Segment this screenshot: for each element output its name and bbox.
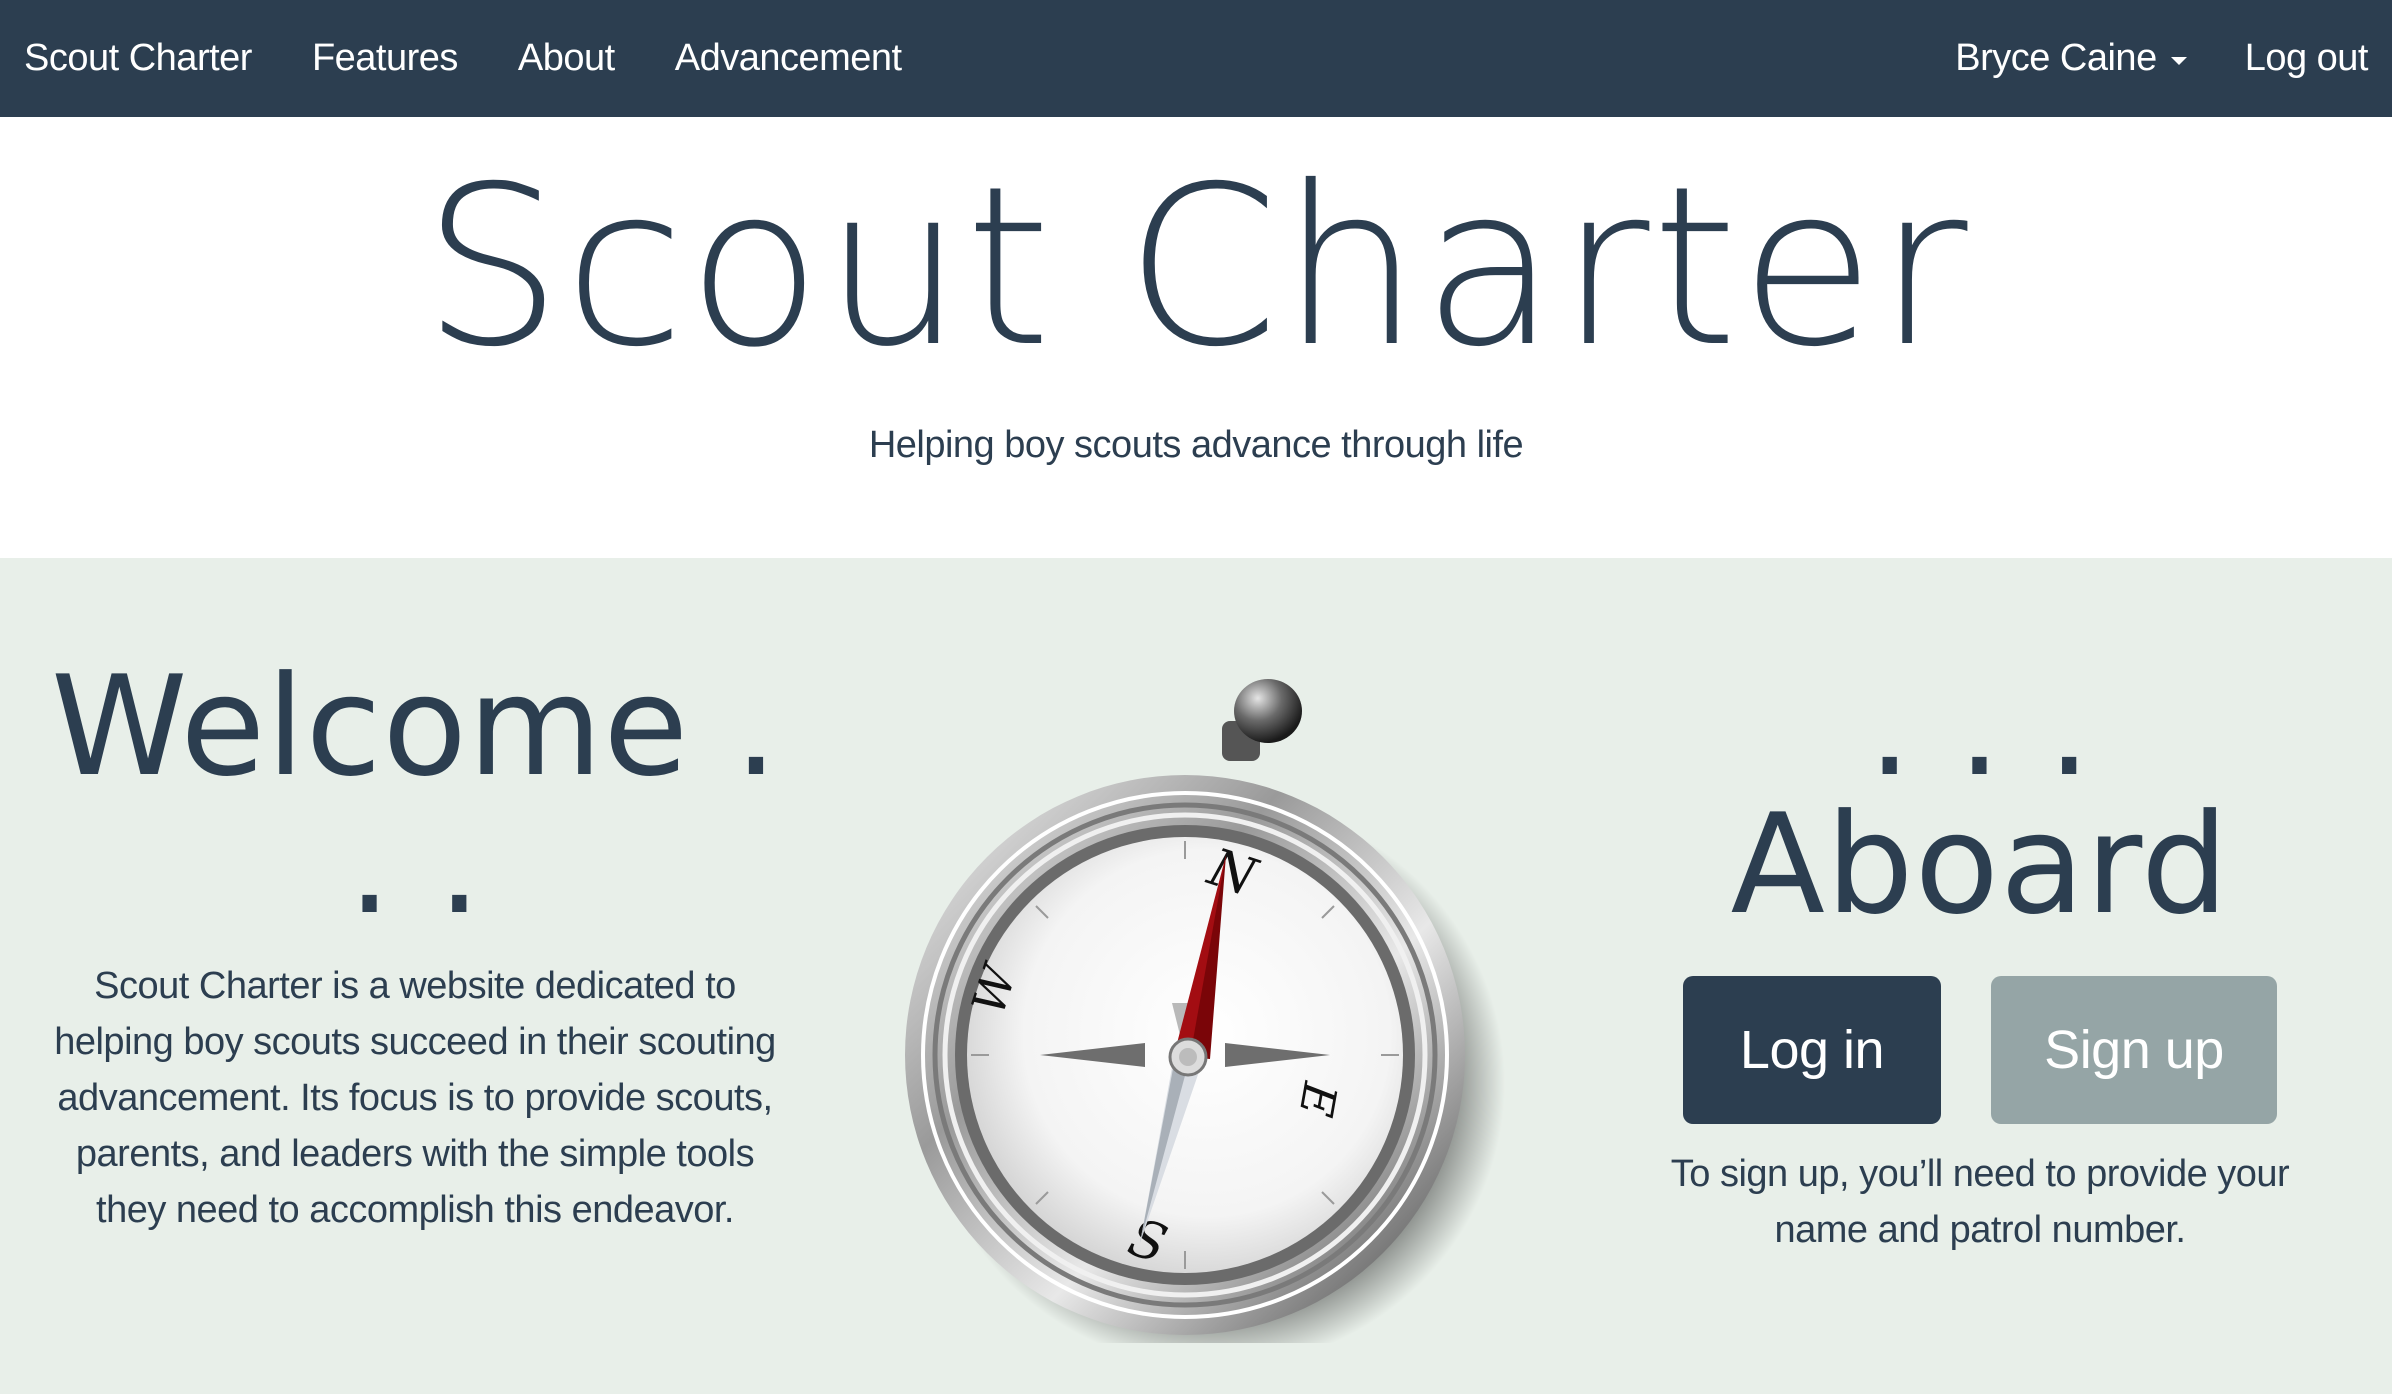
aboard-heading: . . . Aboard [1730, 646, 2230, 945]
top-navbar: Scout Charter Features About Advancement… [0, 0, 2392, 117]
hero-header: Scout Charter Helping boy scouts advance… [0, 117, 2392, 558]
login-button[interactable]: Log in [1683, 976, 1941, 1124]
nav-link-about[interactable]: About [518, 37, 615, 80]
nav-link-advancement[interactable]: Advancement [675, 37, 902, 80]
auth-button-row: Log in Sign up [1620, 976, 2340, 1124]
page-title: Scout Charter [422, 139, 1970, 395]
welcome-column: Welcome . . . Scout Charter is a website… [40, 658, 790, 1238]
welcome-heading: Welcome . . . [51, 646, 779, 945]
welcome-section: Welcome . . . Scout Charter is a website… [0, 558, 2392, 1394]
compass-image: N E S W [880, 663, 1520, 1368]
caret-down-icon [2170, 56, 2187, 65]
signup-button[interactable]: Sign up [1991, 976, 2277, 1124]
nav-left-group: Scout Charter Features About Advancement [24, 0, 962, 117]
nav-right-group: Bryce Caine Log out [1897, 0, 2368, 117]
user-menu-label: Bryce Caine [1955, 37, 2157, 79]
user-menu-dropdown[interactable]: Bryce Caine [1955, 37, 2187, 80]
welcome-description: Scout Charter is a website dedicated to … [54, 965, 776, 1231]
nav-link-features[interactable]: Features [312, 37, 458, 80]
nav-brand-link[interactable]: Scout Charter [24, 37, 252, 80]
compass-icon: N E S W [905, 679, 1505, 1368]
aboard-column: . . . Aboard Log in Sign up To sign up, … [1620, 658, 2340, 1258]
page-tagline: Helping boy scouts advance through life [868, 424, 1524, 466]
logout-link[interactable]: Log out [2245, 37, 2369, 80]
signup-note: To sign up, you’ll need to provide your … [1670, 1153, 2290, 1251]
